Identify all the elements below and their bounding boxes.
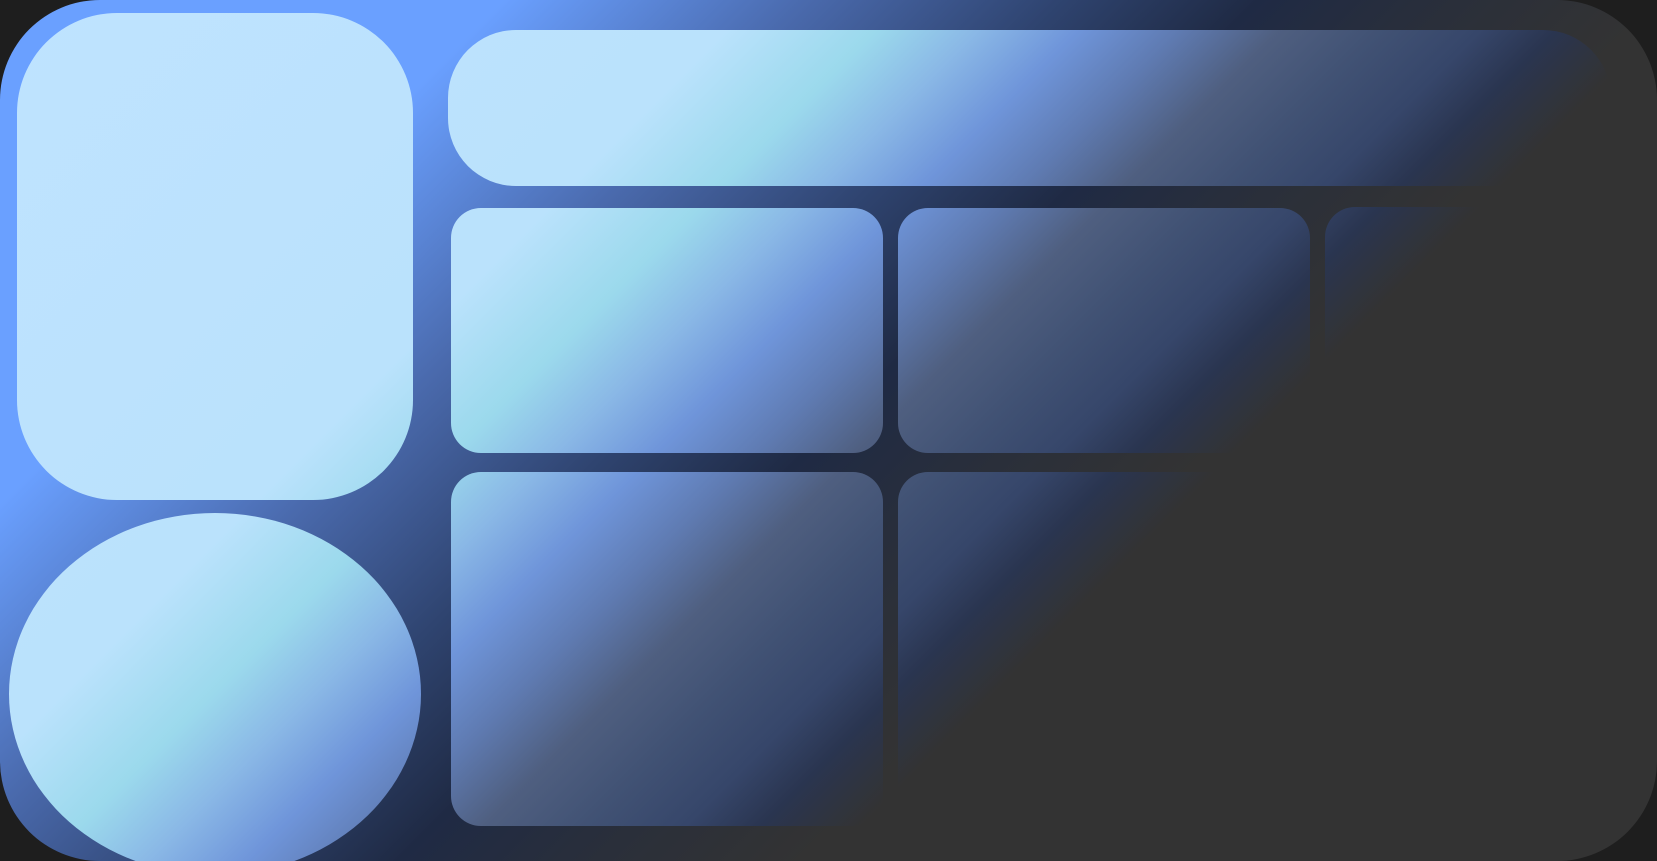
tile-ellipse-bottom-left[interactable] (9, 513, 421, 861)
widget-board (0, 0, 1657, 861)
tile-grid-row2-col1[interactable] (451, 472, 883, 826)
tile-grid-row2-col2[interactable] (898, 472, 1310, 826)
tile-grid-row1-col1[interactable] (451, 208, 883, 453)
tile-grid-row1-col2[interactable] (898, 208, 1310, 453)
tile-tall-left[interactable] (17, 13, 413, 500)
tile-tall-right[interactable] (1325, 207, 1638, 826)
tile-wide-top[interactable] (448, 30, 1611, 186)
